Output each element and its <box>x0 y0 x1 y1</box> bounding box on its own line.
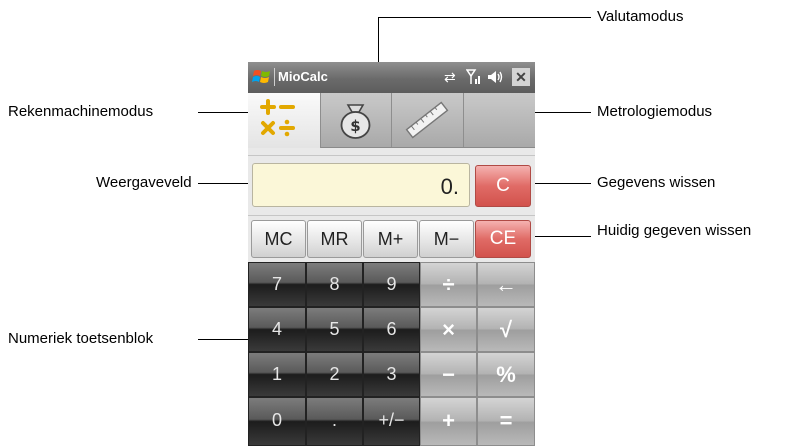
callout-metrologiemodus: Metrologiemodus <box>597 103 713 120</box>
callout-huidig-gegeven-wissen: Huidig gegeven wissen <box>597 222 752 239</box>
key-1[interactable]: 1 <box>248 352 306 397</box>
callout-gegevens-wissen: Gegevens wissen <box>597 174 716 191</box>
mode-tab-bar: $ <box>248 93 535 148</box>
add-button[interactable]: + <box>420 397 477 446</box>
signal-icon[interactable] <box>466 68 482 86</box>
title-bar: MioCalc ⇄ ✕ <box>248 62 535 93</box>
svg-text:$: $ <box>350 117 360 135</box>
key-0[interactable]: 0 <box>248 397 306 446</box>
callout-valutamodus: Valutamodus <box>597 8 684 25</box>
callout-weergaveveld: Weergaveveld <box>96 174 192 191</box>
tab-divider <box>248 155 535 156</box>
tab-currency[interactable]: $ <box>320 93 392 147</box>
close-icon[interactable]: ✕ <box>512 68 530 86</box>
sync-icon[interactable]: ⇄ <box>444 68 456 86</box>
clear-button[interactable]: C <box>475 165 531 207</box>
m-plus-button[interactable]: M+ <box>363 220 418 258</box>
key-3[interactable]: 3 <box>363 352 420 397</box>
multiply-button[interactable]: × <box>420 307 477 352</box>
equals-button[interactable]: = <box>477 397 535 446</box>
calculator-screen: MioCalc ⇄ ✕ $ 0. C MC MR M+ M− CE 7 8 9 … <box>248 62 535 446</box>
volume-icon[interactable] <box>486 68 504 86</box>
percent-button[interactable]: % <box>477 352 535 397</box>
key-6[interactable]: 6 <box>363 307 420 352</box>
m-minus-button[interactable]: M− <box>419 220 474 258</box>
callout-rekenmachinemodus: Rekenmachinemodus <box>8 103 154 120</box>
mr-button[interactable]: MR <box>307 220 362 258</box>
divide-button[interactable]: ÷ <box>420 262 477 307</box>
key-5[interactable]: 5 <box>306 307 363 352</box>
callout-numeriek-toetsenblok: Numeriek toetsenblok <box>8 330 154 347</box>
key-2[interactable]: 2 <box>306 352 363 397</box>
subtract-button[interactable]: − <box>420 352 477 397</box>
key-8[interactable]: 8 <box>306 262 363 307</box>
decimal-point-button[interactable]: . <box>306 397 363 446</box>
clear-entry-button[interactable]: CE <box>475 220 531 258</box>
windows-logo-icon[interactable] <box>252 67 272 87</box>
money-bag-icon: $ <box>340 104 371 139</box>
sign-toggle-button[interactable]: +/− <box>363 397 420 446</box>
mc-button[interactable]: MC <box>251 220 306 258</box>
key-7[interactable]: 7 <box>248 262 306 307</box>
backspace-button[interactable]: ← <box>477 262 535 307</box>
display-divider <box>248 215 535 216</box>
title-separator <box>274 68 275 86</box>
tab-calculator[interactable] <box>248 93 321 148</box>
display-value: 0. <box>440 174 459 199</box>
display-field: 0. <box>252 163 470 207</box>
calculator-icon <box>260 99 295 137</box>
tab-metrology[interactable] <box>391 93 464 147</box>
leader-valutamodus-h <box>378 17 591 18</box>
leader-weergaveveld <box>198 183 254 184</box>
ruler-icon <box>405 101 449 139</box>
square-root-button[interactable]: √ <box>477 307 535 352</box>
app-title: MioCalc <box>278 69 328 84</box>
key-9[interactable]: 9 <box>363 262 420 307</box>
key-4[interactable]: 4 <box>248 307 306 352</box>
